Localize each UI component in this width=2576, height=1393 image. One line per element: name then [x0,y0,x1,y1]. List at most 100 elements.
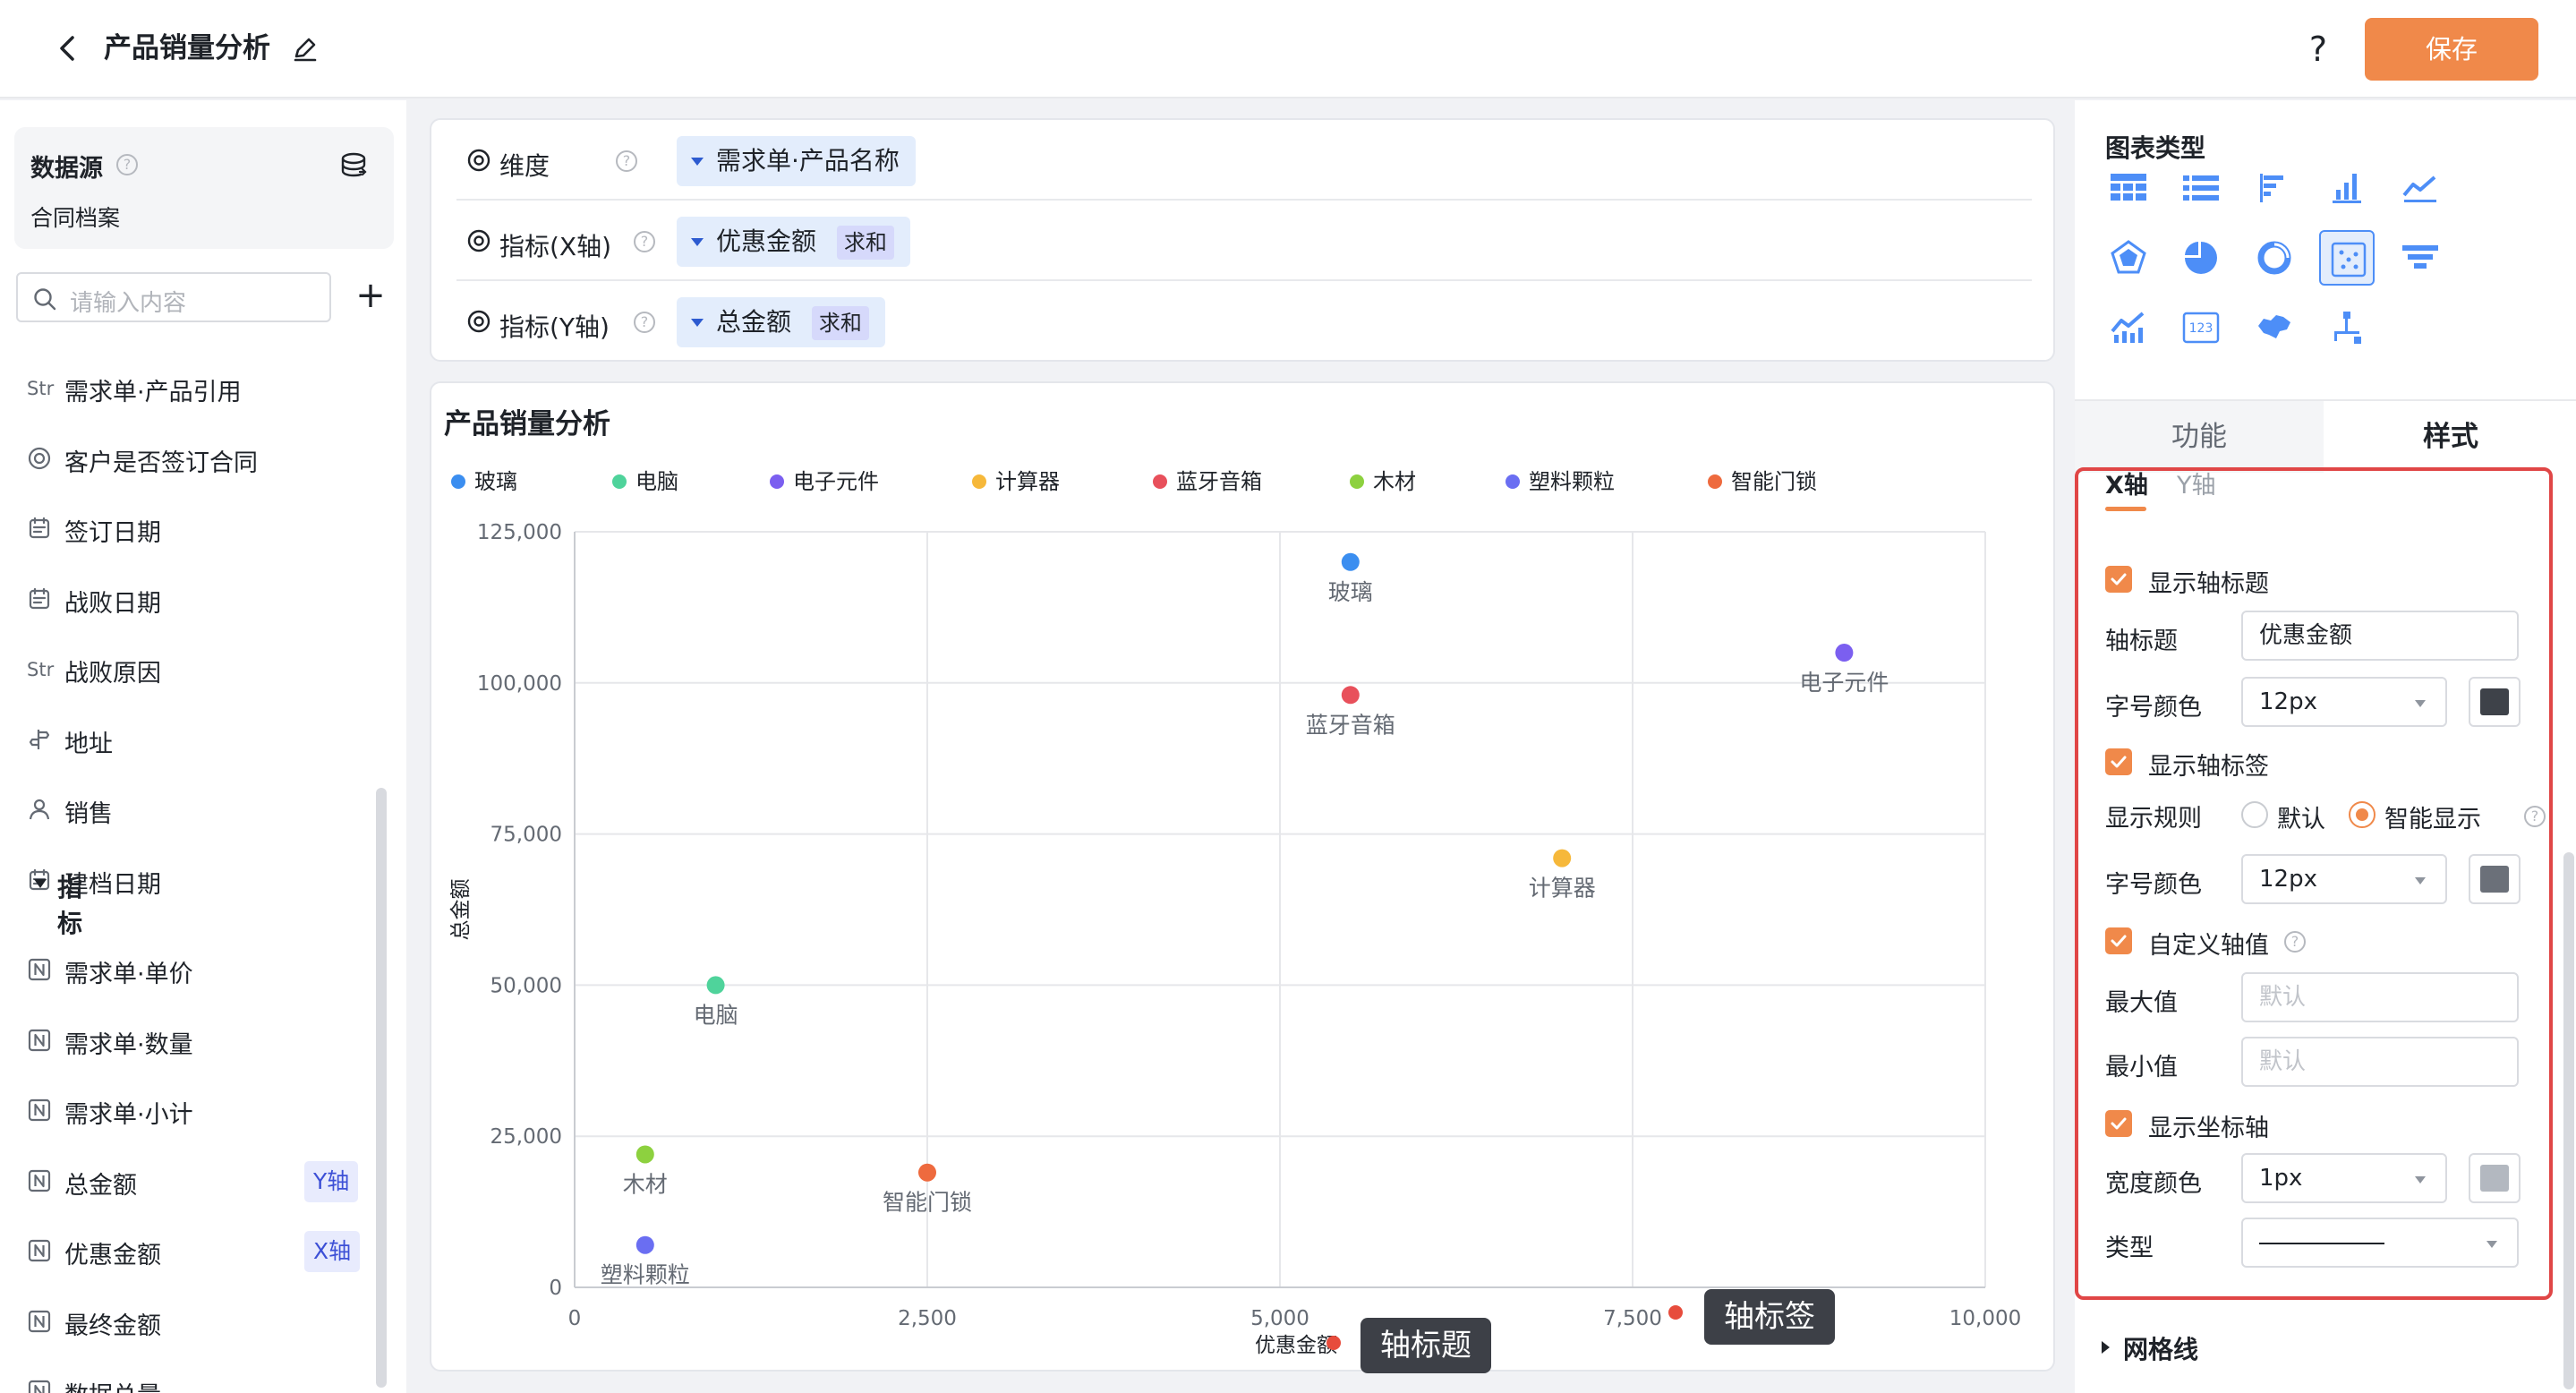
metric-label: 数据总量 [64,1376,161,1393]
help-icon[interactable]: ? [634,312,655,333]
x-tick-label: 7,500 [1603,1307,1662,1330]
tree-icon[interactable] [2319,300,2375,355]
number-card-icon[interactable]: 123 [2173,300,2229,355]
legend-label: 智能门锁 [1731,469,1817,494]
number-type-icon [27,1379,57,1393]
help-icon[interactable]: ? [2524,806,2546,827]
radar-icon[interactable] [2101,230,2156,286]
list-icon[interactable] [2173,160,2229,216]
tab-y-axis[interactable]: Y轴 [2177,471,2216,500]
axis-line-color-picker[interactable] [2469,1153,2521,1203]
radio-type-icon [27,446,57,473]
gridline-label: 网格线 [2123,1335,2199,1364]
field-label: 销售 [64,800,113,828]
field-item[interactable]: 战败日期 [27,577,367,622]
y-metric-row: 指标(Y轴) ? 总金额 求和 [456,281,2032,362]
number-type-icon [27,1309,57,1336]
font-size-select-2[interactable]: 12px [2241,854,2447,904]
metric-item[interactable]: 数据总量 [27,1370,367,1393]
color-swatch [2480,1165,2509,1192]
metric-label: 最终金额 [64,1312,161,1340]
axis-badge: X轴 [304,1231,361,1272]
field-label: 客户是否签订合同 [64,449,258,477]
edit-pencil-icon[interactable] [290,34,320,64]
line-type-select[interactable] [2241,1218,2519,1268]
map-icon[interactable] [2247,300,2302,355]
field-item[interactable]: 地址 [27,718,367,763]
metric-group-label: 指标 [57,873,83,938]
field-search-input[interactable]: 请输入内容 [16,272,331,322]
metric-item[interactable]: 优惠金额 X轴 [27,1229,367,1274]
point-label: 计算器 [1529,876,1596,902]
bar-horizontal-icon[interactable] [2247,160,2302,216]
y-tick-label: 125,000 [477,521,562,544]
back-arrow-icon[interactable] [50,30,86,66]
donut-icon[interactable] [2247,230,2302,286]
help-icon[interactable]: ? [116,154,138,175]
x-metric-chip[interactable]: 优惠金额 求和 [677,217,910,267]
database-switch-icon[interactable] [338,150,369,181]
table-icon[interactable] [2101,160,2156,216]
help-icon[interactable]: ? [616,150,637,172]
show-axis-line-label: 显示坐标轴 [2148,1115,2269,1142]
legend-marker [1350,474,1364,489]
help-icon[interactable]: ? [634,231,655,252]
save-button[interactable]: 保存 [2365,18,2538,81]
font-color-picker[interactable] [2469,677,2521,727]
metric-item[interactable]: 最终金额 [27,1300,367,1345]
y-metric-chip[interactable]: 总金额 求和 [677,297,885,347]
datasource-card: 数据源 ? 合同档案 [14,127,394,249]
field-item[interactable]: 客户是否签订合同 [27,437,367,482]
max-value-input[interactable]: 默认 [2241,972,2519,1022]
field-item[interactable]: 签订日期 [27,507,367,551]
pie-icon[interactable] [2173,230,2229,286]
tab-style[interactable]: 样式 [2325,401,2576,473]
right-scrollbar[interactable] [2563,852,2574,1389]
number-type-icon [27,1168,57,1195]
metric-label: 需求单·数量 [64,1030,193,1059]
field-item[interactable]: Str 需求单·产品引用 [27,366,367,411]
dimension-chip[interactable]: 需求单·产品名称 [677,136,916,186]
number-type-icon [27,1028,57,1055]
font-size-select[interactable]: 12px [2241,677,2447,727]
axis-title-input[interactable]: 优惠金额 [2241,611,2519,661]
add-field-button[interactable]: + [353,276,388,319]
line-icon[interactable] [2393,160,2448,216]
y-tick-label: 50,000 [490,974,562,997]
metric-label: 优惠金额 [64,1242,161,1269]
gear-icon [465,227,492,254]
metric-item[interactable]: 需求单·小计 [27,1089,367,1133]
metric-item[interactable]: 需求单·数量 [27,1019,367,1064]
metric-label: 需求单·小计 [64,1101,193,1129]
field-item[interactable]: Str 战败原因 [27,647,367,692]
dimension-chip-label: 需求单·产品名称 [716,146,900,175]
x-metric-row: 指标(X轴) ? 优惠金额 求和 [456,201,2032,281]
combo-icon[interactable] [2101,300,2156,355]
checkbox-checked-icon [2105,748,2132,775]
checkbox-checked-icon [2105,566,2132,593]
bar-vertical-icon[interactable] [2319,160,2375,216]
y-metric-label: 指标(Y轴) [499,312,610,342]
color-swatch [2480,688,2509,715]
left-scrollbar[interactable] [376,788,387,1388]
field-panel: 数据源 ? 合同档案 请输入内容 + Str 需求单·产品引用客户是否签订合同 签订… [0,100,406,1393]
field-item[interactable]: 销售 [27,788,367,833]
legend-marker [451,474,465,489]
caret-down-icon [2415,1176,2426,1184]
funnel-icon[interactable] [2393,230,2448,286]
tab-x-axis[interactable]: X轴 [2105,471,2148,500]
point-label: 塑料颗粒 [601,1262,690,1288]
min-value-input[interactable]: 默认 [2241,1037,2519,1087]
label-color-picker[interactable] [2469,854,2521,904]
scatter-point [635,1145,654,1164]
field-label: 签订日期 [64,519,161,547]
metric-item[interactable]: 需求单·单价 [27,948,367,993]
help-icon[interactable]: ? [2284,931,2306,953]
line-width-select[interactable]: 1px [2241,1153,2447,1203]
axis-title-tooltip: 轴标题 [1361,1318,1491,1373]
help-button[interactable]: ? [2300,29,2336,70]
scatter-icon[interactable] [2319,230,2375,286]
tab-function[interactable]: 功能 [2075,401,2324,473]
caret-down-icon [691,319,704,327]
metric-item[interactable]: 总金额 Y轴 [27,1159,367,1204]
